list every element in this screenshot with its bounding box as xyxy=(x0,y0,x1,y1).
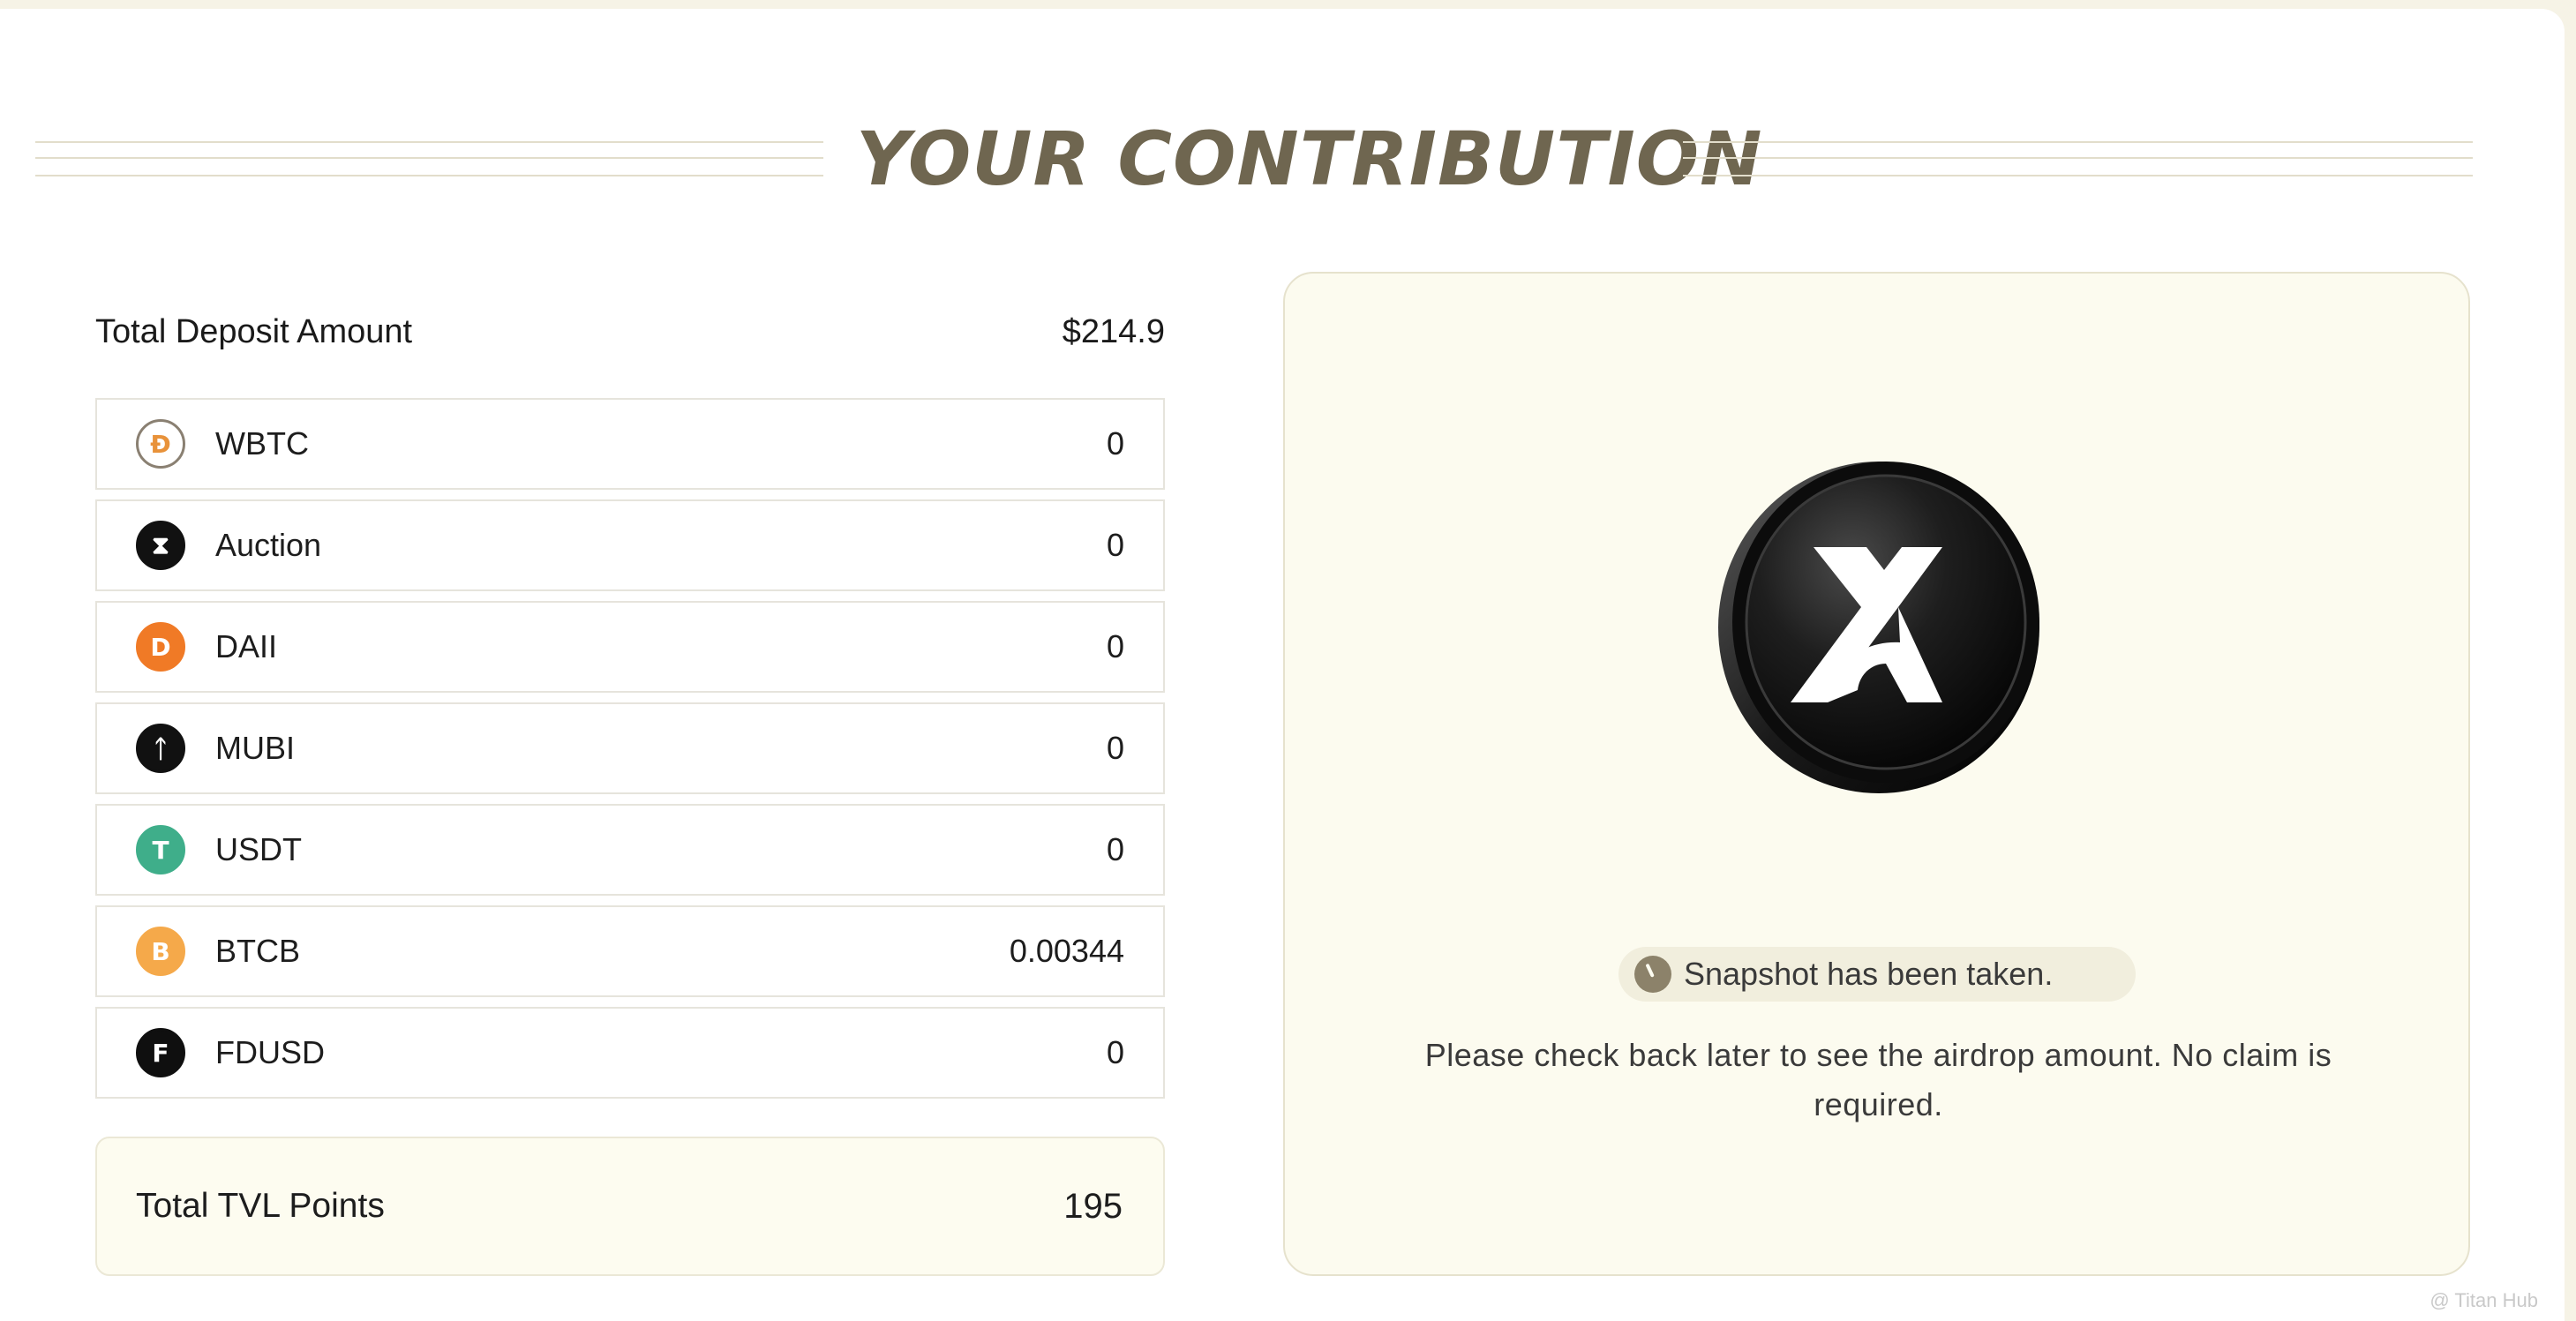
token-name: FDUSD xyxy=(215,1034,325,1070)
wbtc-icon: Ɖ xyxy=(136,419,185,469)
daii-icon: D xyxy=(136,622,185,672)
btcb-icon: B xyxy=(136,927,185,976)
auction-icon: ⧗ xyxy=(136,521,185,570)
contribution-page: YOUR CONTRIBUTION Total Deposit Amount $… xyxy=(0,9,2565,1321)
total-deposit-amount: $214.9 xyxy=(1062,312,1165,350)
token-row-daii: D DAII 0 xyxy=(95,601,1165,693)
token-list: Ɖ WBTC 0 ⧗ Auction 0 D DAII 0 ᛏ MUBI 0 T… xyxy=(95,398,1165,1108)
token-name: USDT xyxy=(215,831,302,867)
token-amount: 0 xyxy=(1106,527,1124,563)
fdusd-icon: F xyxy=(136,1028,185,1077)
total-tvl-label: Total TVL Points xyxy=(136,1187,385,1225)
token-name: DAII xyxy=(215,628,278,664)
total-tvl-value: 195 xyxy=(1063,1186,1123,1226)
token-name: WBTC xyxy=(215,425,309,462)
snapshot-status-text: Snapshot has been taken. xyxy=(1684,956,2054,992)
token-amount: 0 xyxy=(1106,831,1124,867)
brand-coin-icon xyxy=(1718,462,2039,793)
token-amount: 0.00344 xyxy=(1009,933,1124,969)
total-deposit-row: Total Deposit Amount $214.9 xyxy=(95,305,1165,358)
token-row-wbtc: Ɖ WBTC 0 xyxy=(95,398,1165,490)
token-row-fdusd: F FDUSD 0 xyxy=(95,1007,1165,1099)
token-row-auction: ⧗ Auction 0 xyxy=(95,499,1165,591)
token-amount: 0 xyxy=(1106,425,1124,462)
token-row-btcb: B BTCB 0.00344 xyxy=(95,905,1165,997)
mubi-icon: ᛏ xyxy=(136,724,185,773)
token-amount: 0 xyxy=(1106,730,1124,766)
usdt-icon: T xyxy=(136,825,185,874)
snapshot-status-badge: Snapshot has been taken. xyxy=(1618,947,2136,1002)
page-title: YOUR CONTRIBUTION xyxy=(856,116,1763,202)
header-decoration-right xyxy=(1683,141,2473,178)
header-decoration-left xyxy=(35,141,823,178)
token-amount: 0 xyxy=(1106,628,1124,664)
total-deposit-label: Total Deposit Amount xyxy=(95,312,413,350)
airdrop-panel: Snapshot has been taken. Please check ba… xyxy=(1283,272,2470,1276)
token-name: MUBI xyxy=(215,730,295,766)
airdrop-info-text: Please check back later to see the airdr… xyxy=(1424,1037,2332,1122)
token-row-mubi: ᛏ MUBI 0 xyxy=(95,702,1165,794)
token-name: BTCB xyxy=(215,933,301,969)
token-amount: 0 xyxy=(1106,1034,1124,1070)
clock-icon xyxy=(1634,956,1671,993)
token-row-usdt: T USDT 0 xyxy=(95,804,1165,896)
watermark: @ Titan Hub xyxy=(2430,1289,2538,1311)
total-tvl-card: Total TVL Points 195 xyxy=(95,1137,1165,1276)
token-name: Auction xyxy=(215,527,322,563)
section-header: YOUR CONTRIBUTION xyxy=(35,115,2473,203)
